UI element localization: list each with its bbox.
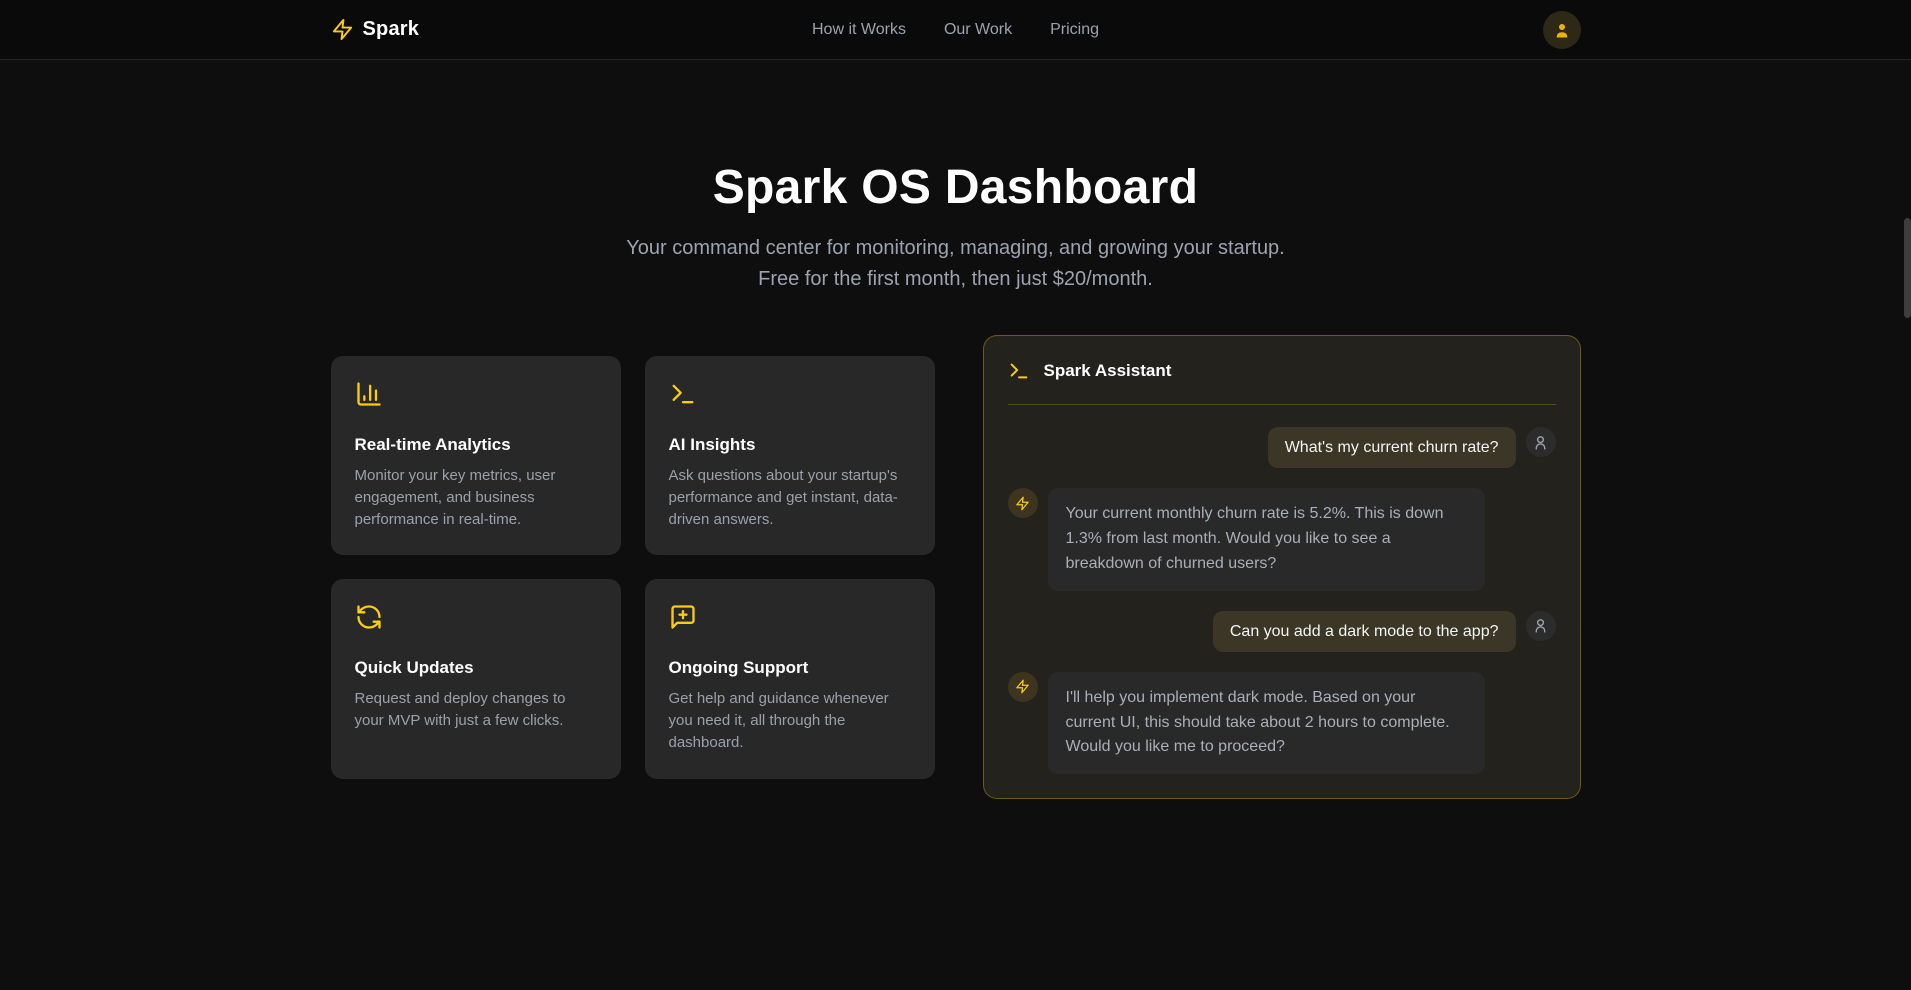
message-square-plus-icon bbox=[669, 603, 911, 636]
user-icon bbox=[1553, 21, 1571, 39]
chat-panel-title: Spark Assistant bbox=[1044, 361, 1172, 381]
refresh-icon bbox=[355, 603, 597, 636]
feature-card-real-time-analytics: Real-time Analytics Monitor your key met… bbox=[331, 356, 621, 556]
account-avatar-button[interactable] bbox=[1543, 11, 1581, 49]
user-avatar bbox=[1526, 427, 1556, 457]
chat-message-assistant: Your current monthly churn rate is 5.2%.… bbox=[1008, 488, 1556, 590]
assistant-avatar bbox=[1008, 488, 1038, 518]
page-scrollbar-thumb[interactable] bbox=[1904, 218, 1911, 318]
feature-card-ai-insights: AI Insights Ask questions about your sta… bbox=[645, 356, 935, 556]
feature-card-ongoing-support: Ongoing Support Get help and guidance wh… bbox=[645, 579, 935, 779]
assistant-message-bubble: Your current monthly churn rate is 5.2%.… bbox=[1048, 488, 1485, 590]
assistant-avatar bbox=[1008, 672, 1038, 702]
nav-link-our-work[interactable]: Our Work bbox=[944, 21, 1012, 39]
brand-name: Spark bbox=[363, 18, 420, 41]
feature-title: AI Insights bbox=[669, 435, 911, 455]
user-avatar bbox=[1526, 611, 1556, 641]
hero-section: Spark OS Dashboard Your command center f… bbox=[331, 60, 1581, 295]
feature-title: Quick Updates bbox=[355, 658, 597, 678]
zap-icon bbox=[1015, 496, 1030, 511]
chat-panel-header: Spark Assistant bbox=[1008, 360, 1556, 405]
nav-links: How it Works Our Work Pricing bbox=[812, 21, 1099, 39]
nav-link-how-it-works[interactable]: How it Works bbox=[812, 21, 906, 39]
user-message-bubble: Can you add a dark mode to the app? bbox=[1213, 611, 1516, 652]
page-title: Spark OS Dashboard bbox=[331, 160, 1581, 215]
feature-description: Ask questions about your startup's perfo… bbox=[669, 465, 911, 532]
user-icon bbox=[1532, 434, 1549, 451]
chat-message-user: What's my current churn rate? bbox=[1008, 427, 1556, 468]
terminal-icon bbox=[669, 380, 911, 413]
main-section: Real-time Analytics Monitor your key met… bbox=[331, 335, 1581, 799]
user-message-bubble: What's my current churn rate? bbox=[1268, 427, 1516, 468]
zap-icon bbox=[1015, 679, 1030, 694]
feature-card-quick-updates: Quick Updates Request and deploy changes… bbox=[331, 579, 621, 779]
terminal-icon bbox=[1008, 360, 1030, 382]
feature-description: Get help and guidance whenever you need … bbox=[669, 688, 911, 755]
brand-logo[interactable]: Spark bbox=[331, 18, 420, 41]
feature-description: Monitor your key metrics, user engagemen… bbox=[355, 465, 597, 532]
nav-link-pricing[interactable]: Pricing bbox=[1050, 21, 1099, 39]
page-subtitle: Your command center for monitoring, mana… bbox=[611, 233, 1301, 295]
spark-assistant-panel: Spark Assistant What's my current churn … bbox=[983, 335, 1581, 799]
chat-message-assistant: I'll help you implement dark mode. Based… bbox=[1008, 672, 1556, 774]
feature-description: Request and deploy changes to your MVP w… bbox=[355, 688, 597, 732]
feature-title: Ongoing Support bbox=[669, 658, 911, 678]
chat-message-user: Can you add a dark mode to the app? bbox=[1008, 611, 1556, 652]
features-grid: Real-time Analytics Monitor your key met… bbox=[331, 356, 935, 779]
top-navbar: Spark How it Works Our Work Pricing bbox=[0, 0, 1911, 60]
chat-messages: What's my current churn rate? Your curre… bbox=[1008, 405, 1556, 774]
assistant-message-bubble: I'll help you implement dark mode. Based… bbox=[1048, 672, 1485, 774]
user-icon bbox=[1532, 617, 1549, 634]
feature-title: Real-time Analytics bbox=[355, 435, 597, 455]
bar-chart-icon bbox=[355, 380, 597, 413]
zap-icon bbox=[331, 18, 354, 41]
